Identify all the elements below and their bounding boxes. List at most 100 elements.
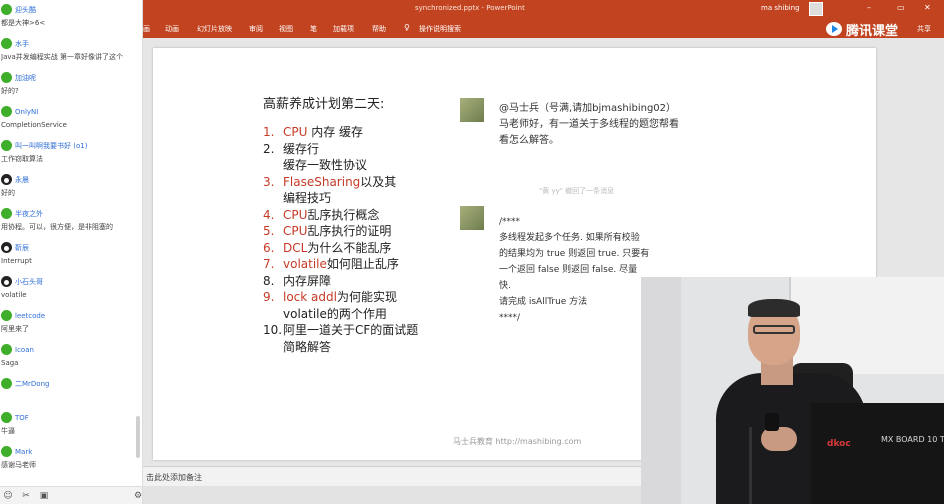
tab-review[interactable]: 审阅 <box>249 24 263 34</box>
user-avatar-icon[interactable] <box>1 344 12 355</box>
agenda-text: 缓存行 缓存一致性协议 <box>283 141 461 174</box>
qq-penguin-avatar-icon[interactable] <box>1 174 12 185</box>
user-avatar-icon[interactable] <box>1 412 12 423</box>
chat-message: 迎头酷都是大神>6< <box>0 0 142 34</box>
agenda-text: volatile如何阻止乱序 <box>283 256 461 273</box>
agenda-keyword: FlaseSharing <box>283 174 361 189</box>
agenda-number: 7. <box>263 257 275 271</box>
code-line: 的结果均为 true 则返回 true. 只要有 <box>499 249 650 259</box>
minimize-button[interactable]: – <box>867 3 871 12</box>
chat-nickname[interactable]: Mark <box>15 448 32 456</box>
chat-nickname[interactable]: 永晨 <box>15 175 29 185</box>
user-avatar-icon[interactable] <box>1 38 12 49</box>
agenda-phrase: 为何能实现 <box>336 290 397 304</box>
chat-message: 二MrDong <box>0 374 142 408</box>
tab-help[interactable]: 帮助 <box>372 24 386 34</box>
settings-icon[interactable]: ⚙ <box>133 491 142 501</box>
scissors-icon[interactable]: ✂ <box>21 491 31 501</box>
chat-message-header: 靳辰 <box>1 240 138 255</box>
play-logo-icon <box>826 22 842 36</box>
chat-message-header: leetcode <box>1 308 138 323</box>
chat-nickname[interactable]: 靳辰 <box>15 243 29 253</box>
chat-message-header: Mark <box>1 444 138 459</box>
emoji-icon[interactable]: ☺ <box>3 491 13 501</box>
image-icon[interactable]: ▣ <box>39 491 49 501</box>
tab-addins[interactable]: 加载项 <box>333 24 354 34</box>
chat-nickname[interactable]: 叫一叫啊我要书好 (o1) <box>15 141 87 151</box>
qq-penguin-avatar-icon[interactable] <box>1 276 12 287</box>
agenda-phrase: 阿里一道关于CF的面试题 <box>283 323 419 337</box>
agenda-phrase: 缓存一致性协议 <box>283 158 368 172</box>
chat-nickname[interactable]: OnlyNI <box>15 108 38 116</box>
agenda-item: 4. CPU乱序执行概念 <box>263 207 461 224</box>
lightbulb-icon[interactable]: ♀ <box>404 23 412 33</box>
user-avatar-icon[interactable] <box>1 140 12 151</box>
agenda-phrase: 内存 缓存 <box>307 125 364 139</box>
agenda-text: lock addl为何能实现 volatile的两个作用 <box>283 289 461 322</box>
user-avatar-icon[interactable] <box>1 4 12 15</box>
chat-message-text: 都是大神>6< <box>1 19 46 27</box>
user-avatar-icon[interactable] <box>1 310 12 321</box>
chat-message: 半夜之外用协程。可以，很方便，是非阻塞的 <box>0 204 142 238</box>
agenda-phrase: 内存屏障 <box>283 273 332 288</box>
agenda-text: FlaseSharing以及其 编程技巧 <box>283 174 461 207</box>
chat-nickname[interactable]: 加油呢 <box>15 73 36 83</box>
chat-message: TOF 牛逼 <box>0 408 142 442</box>
close-button[interactable]: ✕ <box>924 3 931 12</box>
agenda-phrase: 编程技巧 <box>283 191 332 205</box>
tell-me-search[interactable]: 操作说明搜索 <box>419 24 461 34</box>
chat-message: leetcode 阿里来了 <box>0 306 142 340</box>
chat-nickname[interactable]: Icoan <box>15 346 34 354</box>
webcam-video: dkoc MX BOARD 10 TKL <box>641 277 944 504</box>
chat-message-header: OnlyNI <box>1 104 138 119</box>
user-avatar[interactable] <box>809 2 823 16</box>
tab-draw[interactable]: 画 <box>143 24 150 34</box>
chat-message-text: 用协程。可以，很方便，是非阻塞的 <box>1 223 113 231</box>
chat-message-text: 阿里来了 <box>1 325 29 333</box>
agenda-item: 2. 缓存行 缓存一致性协议 <box>263 141 461 174</box>
agenda-number: 2. <box>263 141 275 156</box>
chat-message-text: 好的 <box>1 189 15 197</box>
ribbon-tabs: 画 动画 幻灯片放映 审阅 视图 笔 加载项 帮助 ♀ 操作说明搜索 <box>143 19 944 38</box>
tab-pen[interactable]: 笔 <box>310 24 317 34</box>
chat-message-text: Interrupt <box>1 257 32 265</box>
chat-nickname[interactable]: 二MrDong <box>15 379 49 389</box>
chat-scrollbar[interactable] <box>136 416 140 458</box>
chat-message-text: 好的? <box>1 87 19 95</box>
chat-toolbar: ☺ ✂ ▣ ⚙ <box>0 486 142 504</box>
chat-nickname[interactable]: TOF <box>15 414 29 422</box>
restore-button[interactable]: ▭ <box>897 3 905 12</box>
user-name[interactable]: ma shibing <box>761 4 800 12</box>
chat-message-text: 工作窃取算法 <box>1 155 43 163</box>
agenda-item: 6. DCL为什么不能乱序 <box>263 240 461 257</box>
user-avatar-icon[interactable] <box>1 72 12 83</box>
chat-message-header: TOF <box>1 410 138 425</box>
user-avatar-icon[interactable] <box>1 208 12 219</box>
chat-message-header: 永晨 <box>1 172 138 187</box>
wechat-avatar <box>460 206 484 230</box>
chat-message-header: 小石头哥 <box>1 274 138 289</box>
agenda-number: 8. <box>263 273 275 288</box>
share-button[interactable]: 共享 <box>917 24 931 34</box>
agenda-number: 4. <box>263 207 275 222</box>
keyboard-brand-text: dkoc <box>827 439 851 449</box>
agenda-phrase: 乱序执行的证明 <box>307 224 392 238</box>
agenda-text: CPU 内存 缓存 <box>283 124 461 141</box>
user-avatar-icon[interactable] <box>1 106 12 117</box>
chat-nickname[interactable]: 水手 <box>15 39 29 49</box>
tab-slideshow[interactable]: 幻灯片放映 <box>197 24 232 34</box>
tencent-classroom-brand: 腾讯课堂 <box>826 20 898 39</box>
tab-animations[interactable]: 动画 <box>165 24 179 34</box>
tab-view[interactable]: 视图 <box>279 24 293 34</box>
cam-keyboard-box <box>811 403 944 504</box>
user-avatar-icon[interactable] <box>1 446 12 457</box>
chat-nickname[interactable]: 小石头哥 <box>15 277 43 287</box>
user-avatar-icon[interactable] <box>1 378 12 389</box>
title-bar: synchronized.pptx - PowerPoint ma shibin… <box>143 0 944 19</box>
chat-message: 永晨 好的 <box>0 170 142 204</box>
chat-nickname[interactable]: leetcode <box>15 312 45 320</box>
qq-penguin-avatar-icon[interactable] <box>1 242 12 253</box>
chat-message-text: 感谢马老师 <box>1 461 36 469</box>
chat-nickname[interactable]: 迎头酷 <box>15 5 36 15</box>
chat-nickname[interactable]: 半夜之外 <box>15 209 43 219</box>
